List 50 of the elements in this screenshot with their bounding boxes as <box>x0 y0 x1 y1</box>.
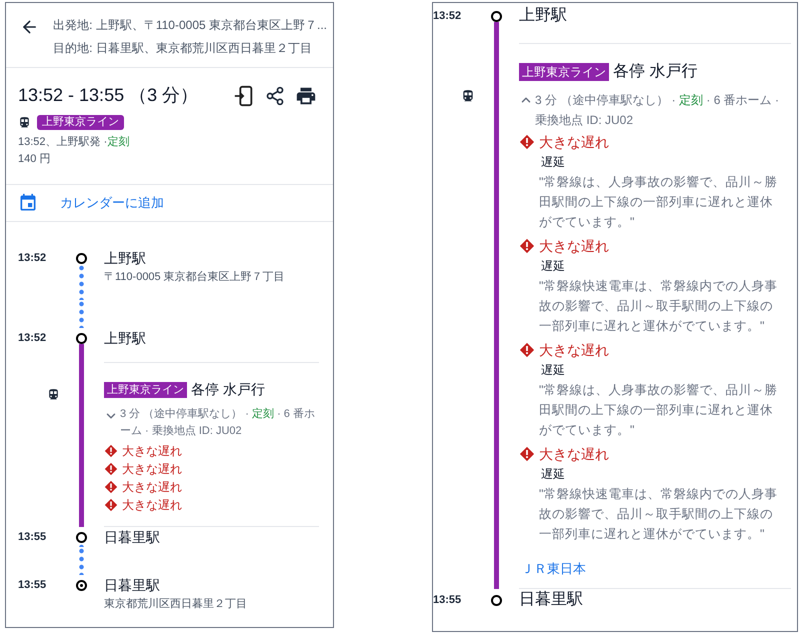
alert-title[interactable]: 大きな遅れ <box>122 496 182 514</box>
alert-description: "常磐線は、人身事故の影響で、品川～勝田駅間の上下線の一部列車に遅れと運休がでています。" <box>539 174 778 231</box>
operator-link[interactable]: ＪＲ東日本 <box>521 560 791 578</box>
send-to-phone-icon[interactable] <box>233 84 255 106</box>
alert-title[interactable]: 大きな遅れ <box>122 478 182 496</box>
stop-time: 13:52 <box>18 251 48 266</box>
train-headsign: 各停 水戸行 <box>191 380 265 399</box>
train-icon <box>461 89 475 103</box>
train-headsign: 各停 水戸行 <box>613 62 698 82</box>
alert-description: "常磐線は、人身事故の影響で、品川～勝田駅間の上下線の一部列車に遅れと運休がでています。" <box>539 382 778 439</box>
alert-title[interactable]: 大きな遅れ <box>122 460 182 478</box>
stop-time: 13:55 <box>433 593 462 608</box>
line-badge: 上野東京ライン <box>104 382 187 398</box>
share-icon[interactable] <box>265 86 285 106</box>
train-icon <box>47 388 60 401</box>
stop-name: 日暮里駅 <box>104 528 160 547</box>
alert-title[interactable]: 大きな遅れ <box>539 236 609 256</box>
trip-time: 13:52 - 13:55 （3 分） <box>18 84 198 107</box>
stop-address: 〒110-0005 東京都台東区上野７丁目 <box>104 270 285 285</box>
stop-time: 13:55 <box>18 530 48 545</box>
alert-category: 遅延 <box>541 258 566 275</box>
alert-title[interactable]: 大きな遅れ <box>122 442 182 460</box>
departure-info: 13:52、上野駅発 ·定刻 <box>18 134 130 150</box>
destination-text: 目的地: 日暮里駅、東京都荒川区西日暮里２丁目 <box>53 40 313 57</box>
stop-name: 日暮里駅 <box>519 590 583 610</box>
alert-title[interactable]: 大きな遅れ <box>539 444 609 464</box>
stop-name: 上野駅 <box>104 249 147 268</box>
calendar-icon[interactable] <box>18 193 38 213</box>
stop-time: 13:52 <box>18 331 48 346</box>
alert-title[interactable]: 大きな遅れ <box>539 132 609 152</box>
trip-details: 3 分 （途中停車駅なし） · 定刻 · 6 番ホーム · 乗換地点 ID: JU02 <box>535 92 780 129</box>
stop-name: 日暮里駅 <box>104 576 161 595</box>
add-to-calendar-link[interactable]: カレンダーに追加 <box>60 193 164 213</box>
trip-details: 3 分 （途中停車駅なし） · 定刻 · 6 番ホーム · 乗換地点 ID: JU02 <box>120 406 316 439</box>
alert-category: 遅延 <box>541 362 566 379</box>
line-badge: 上野東京ライン <box>37 115 124 130</box>
alert-description: "常磐線快速電車は、常磐線内での人身事故の影響で、品川～取手駅間の上下線の一部列車に遅れと運休がでています。" <box>539 486 778 543</box>
origin-text: 出発地: 上野駅、〒110-0005 東京都台東区上野７... <box>53 17 327 34</box>
alert-title[interactable]: 大きな遅れ <box>539 340 609 360</box>
alert-category: 遅延 <box>541 466 566 483</box>
stop-time: 13:55 <box>18 578 48 593</box>
alert-category: 遅延 <box>541 154 566 171</box>
stop-address: 東京都荒川区西日暮里２丁目 <box>104 596 247 612</box>
stop-name: 上野駅 <box>104 329 146 348</box>
fare: 140 円 <box>18 152 52 167</box>
train-icon <box>18 116 31 129</box>
stop-name: 上野駅 <box>519 6 567 26</box>
alert-description: "常磐線快速電車は、常磐線内での人身事故の影響で、品川～取手駅間の上下線の一部列車に遅れと運休がでています。" <box>539 278 778 335</box>
stop-time: 13:52 <box>433 9 462 24</box>
line-badge: 上野東京ライン <box>519 63 609 81</box>
